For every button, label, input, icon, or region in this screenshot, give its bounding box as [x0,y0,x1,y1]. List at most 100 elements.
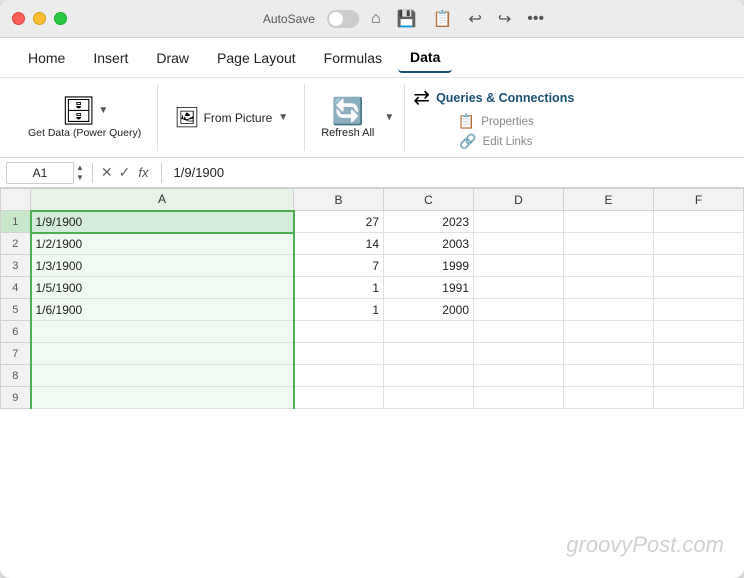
titlebar: AutoSave ⌂ 💾 📋 ↩ ↪ ••• [0,0,744,38]
close-button[interactable] [12,12,25,25]
cell-f7[interactable] [654,343,744,365]
col-header-c[interactable]: C [384,189,474,211]
cell-d1[interactable] [474,211,564,233]
cell-c6[interactable] [384,321,474,343]
cell-a8[interactable] [31,365,294,387]
cell-d5[interactable] [474,299,564,321]
row-number: 9 [1,387,31,409]
cell-c4[interactable]: 1991 [384,277,474,299]
cell-c7[interactable] [384,343,474,365]
formula-input[interactable]: 1/9/1900 [170,165,738,180]
cell-a2[interactable]: 1/2/1900 [31,233,294,255]
cell-e4[interactable] [564,277,654,299]
menu-draw[interactable]: Draw [144,44,201,72]
confirm-formula-icon[interactable]: ✓ [119,164,131,181]
cell-d3[interactable] [474,255,564,277]
cell-c8[interactable] [384,365,474,387]
cell-b5[interactable]: 1 [294,299,384,321]
menu-data[interactable]: Data [398,43,452,73]
cell-a5[interactable]: 1/6/1900 [31,299,294,321]
cell-d8[interactable] [474,365,564,387]
cell-e8[interactable] [564,365,654,387]
col-header-e[interactable]: E [564,189,654,211]
cell-e6[interactable] [564,321,654,343]
excel-window: AutoSave ⌂ 💾 📋 ↩ ↪ ••• Home Insert Draw … [0,0,744,578]
cell-d7[interactable] [474,343,564,365]
cell-e2[interactable] [564,233,654,255]
cell-b9[interactable] [294,387,384,409]
undo-icon[interactable]: ↩ [468,9,481,29]
minimize-button[interactable] [33,12,46,25]
col-header-b[interactable]: B [294,189,384,211]
menu-home[interactable]: Home [16,44,77,72]
menu-page-layout[interactable]: Page Layout [205,44,308,72]
titlebar-center: AutoSave ⌂ 💾 📋 ↩ ↪ ••• [75,9,732,29]
cell-b2[interactable]: 14 [294,233,384,255]
cell-c3[interactable]: 1999 [384,255,474,277]
cell-f8[interactable] [654,365,744,387]
maximize-button[interactable] [54,12,67,25]
edit-links-row: 🔗 Edit Links [459,133,532,150]
cell-c2[interactable]: 2003 [384,233,474,255]
save-as-icon[interactable]: 📋 [433,9,453,29]
cell-e5[interactable] [564,299,654,321]
cancel-formula-icon[interactable]: ✕ [101,164,113,181]
get-data-label: Get Data (Power Query) [28,127,141,141]
cell-e9[interactable] [564,387,654,409]
cell-b4[interactable]: 1 [294,277,384,299]
cell-a7[interactable] [31,343,294,365]
cell-f3[interactable] [654,255,744,277]
menu-insert[interactable]: Insert [81,44,140,72]
col-header-a[interactable]: A [31,189,294,211]
col-header-d[interactable]: D [474,189,564,211]
cell-f6[interactable] [654,321,744,343]
cell-f9[interactable] [654,387,744,409]
titlebar-icons: ⌂ 💾 📋 ↩ ↪ ••• [371,9,544,29]
cell-f1[interactable] [654,211,744,233]
row-number: 7 [1,343,31,365]
cell-a3[interactable]: 1/3/1900 [31,255,294,277]
from-picture-button[interactable]: 🖼 From Picture ▼ [166,101,296,134]
save-icon[interactable]: 💾 [397,9,417,29]
cell-c5[interactable]: 2000 [384,299,474,321]
cell-b3[interactable]: 7 [294,255,384,277]
home-icon[interactable]: ⌂ [371,10,381,28]
refresh-all-button[interactable]: 🔄 Refresh All [313,92,382,143]
cell-reference-box[interactable]: A1 [6,162,74,184]
cell-e1[interactable] [564,211,654,233]
cell-a9[interactable] [31,387,294,409]
cell-f2[interactable] [654,233,744,255]
more-icon[interactable]: ••• [527,10,544,28]
refresh-dropdown-arrow[interactable]: ▼ [382,92,396,143]
cell-c9[interactable] [384,387,474,409]
cell-d6[interactable] [474,321,564,343]
cell-b1[interactable]: 27 [294,211,384,233]
cell-d9[interactable] [474,387,564,409]
edit-links-button[interactable]: Edit Links [483,135,533,149]
cell-a6[interactable] [31,321,294,343]
get-data-button[interactable]: 🗄 ▼ Get Data (Power Query) [20,90,149,145]
menu-formulas[interactable]: Formulas [312,44,394,72]
cell-f5[interactable] [654,299,744,321]
cell-ref-arrows[interactable]: ▲ ▼ [76,163,84,182]
cell-e7[interactable] [564,343,654,365]
cell-d4[interactable] [474,277,564,299]
cell-ref-container: A1 ▲ ▼ [6,162,84,184]
cell-a4[interactable]: 1/5/1900 [31,277,294,299]
autosave-toggle[interactable] [327,10,359,28]
cell-e3[interactable] [564,255,654,277]
cell-c1[interactable]: 2023 [384,211,474,233]
table-row: 21/2/1900142003 [1,233,744,255]
col-header-f[interactable]: F [654,189,744,211]
cell-b6[interactable] [294,321,384,343]
from-picture-dropdown-arrow: ▼ [278,112,288,123]
cell-d2[interactable] [474,233,564,255]
properties-button[interactable]: Properties [481,115,533,129]
cell-b8[interactable] [294,365,384,387]
cell-f4[interactable] [654,277,744,299]
queries-connections-button[interactable]: Queries & Connections [436,91,574,105]
table-row: 51/6/190012000 [1,299,744,321]
redo-icon[interactable]: ↪ [498,9,511,29]
cell-b7[interactable] [294,343,384,365]
cell-a1[interactable]: 1/9/1900 [31,211,294,233]
